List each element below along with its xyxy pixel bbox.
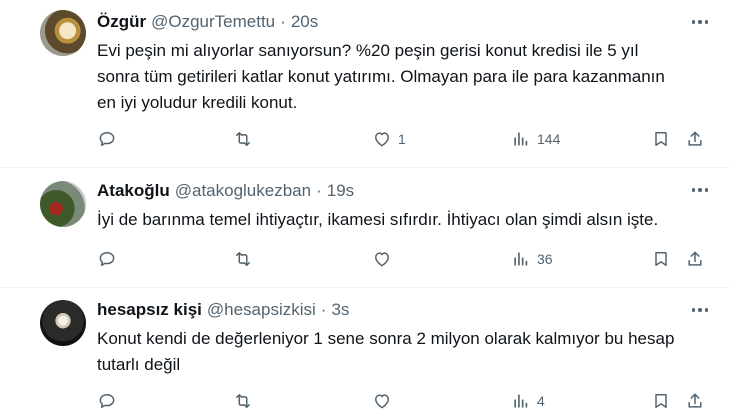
more-icon[interactable] [691, 308, 708, 312]
user-handle[interactable]: @hesapsizkisi [207, 299, 316, 321]
action-bar: 1 144 [97, 127, 712, 151]
reply-icon [99, 132, 115, 146]
display-name[interactable]: hesapsız kişi [97, 299, 202, 321]
like-button[interactable] [372, 247, 398, 271]
like-button[interactable]: 1 [372, 127, 406, 151]
action-bar: 36 [97, 247, 712, 271]
reply-icon [99, 252, 115, 266]
tweet-header: Özgür @OzgurTemettu · 20s [97, 11, 712, 33]
tweet-text: Konut kendi de değerleniyor 1 sene sonra… [97, 329, 675, 374]
like-icon [375, 132, 389, 147]
display-name[interactable]: Özgür [97, 11, 146, 33]
tweet-text: Evi peşin mi alıyorlar sanıyorsun? %20 p… [97, 41, 665, 112]
tweet[interactable]: hesapsız kişi @hesapsizkisi · 3s Konut k… [0, 288, 730, 420]
like-icon [375, 252, 389, 267]
tweet-content: Atakoğlu @atakoglukezban · 19s İyi de ba… [97, 180, 712, 233]
avatar[interactable] [40, 181, 86, 227]
tweet-content: Özgür @OzgurTemettu · 20s Evi peşin mi a… [97, 11, 712, 116]
tweet-text: İyi de barınma temel ihtiyaçtır, ikamesi… [97, 210, 659, 229]
timestamp[interactable]: 3s [331, 299, 349, 321]
separator-dot: · [280, 12, 286, 31]
views-icon [514, 394, 528, 408]
timestamp[interactable]: 20s [291, 11, 318, 33]
retweet-button[interactable] [233, 127, 259, 151]
like-count: 1 [398, 131, 406, 147]
share-icon [688, 251, 702, 266]
retweet-icon [236, 252, 250, 266]
views-button[interactable]: 36 [511, 247, 553, 271]
action-bar: 4 [97, 389, 712, 413]
separator-dot: · [320, 300, 327, 319]
views-icon [514, 252, 528, 266]
user-handle[interactable]: @OzgurTemettu [151, 11, 275, 33]
more-icon[interactable] [691, 188, 708, 192]
timestamp[interactable]: 19s [327, 180, 354, 202]
user-handle[interactable]: @atakoglukezban [175, 180, 311, 202]
bookmark-icon [655, 252, 667, 266]
retweet-button[interactable] [233, 247, 259, 271]
views-count: 4 [537, 393, 545, 409]
share-button[interactable] [685, 127, 705, 151]
tweet[interactable]: Atakoğlu @atakoglukezban · 19s İyi de ba… [0, 168, 730, 288]
reply-button[interactable] [97, 127, 123, 151]
share-button[interactable] [685, 247, 705, 271]
retweet-icon [236, 394, 250, 408]
views-count: 36 [537, 251, 553, 267]
tweet[interactable]: Özgür @OzgurTemettu · 20s Evi peşin mi a… [0, 0, 730, 168]
like-button[interactable] [372, 389, 398, 413]
tweet-content: hesapsız kişi @hesapsizkisi · 3s Konut k… [97, 299, 712, 378]
display-name[interactable]: Atakoğlu [97, 180, 170, 202]
reply-icon [99, 394, 115, 408]
bookmark-button[interactable] [651, 127, 671, 151]
reply-button[interactable] [97, 247, 123, 271]
share-button[interactable] [685, 389, 705, 413]
bookmark-icon [655, 394, 667, 408]
more-icon[interactable] [691, 20, 708, 24]
share-icon [688, 131, 702, 146]
views-button[interactable]: 144 [511, 127, 560, 151]
retweet-button[interactable] [233, 389, 259, 413]
bookmark-icon [655, 132, 667, 146]
share-icon [688, 393, 702, 408]
views-icon [514, 132, 528, 146]
bookmark-button[interactable] [651, 389, 671, 413]
views-button[interactable]: 4 [511, 389, 545, 413]
bookmark-button[interactable] [651, 247, 671, 271]
retweet-icon [236, 132, 250, 146]
avatar[interactable] [40, 300, 86, 346]
separator-dot: · [316, 181, 322, 200]
like-icon [375, 394, 389, 409]
tweet-header: hesapsız kişi @hesapsizkisi · 3s [97, 299, 712, 321]
views-count: 144 [537, 131, 561, 147]
tweet-header: Atakoğlu @atakoglukezban · 19s [97, 180, 712, 202]
avatar[interactable] [40, 10, 86, 56]
reply-button[interactable] [97, 389, 123, 413]
